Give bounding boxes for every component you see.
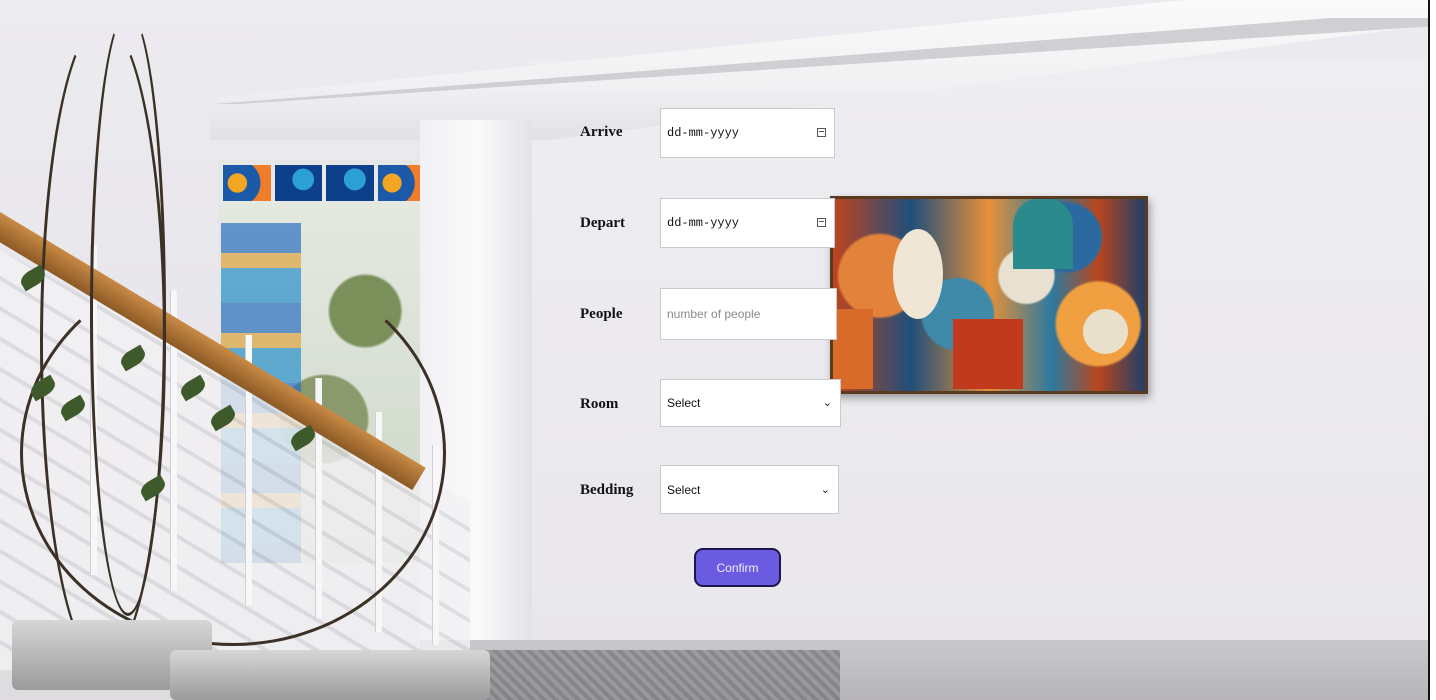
floor-tiles — [440, 650, 840, 700]
depart-label: Depart — [580, 215, 625, 231]
bedding-select[interactable]: Select ⌄ — [660, 465, 839, 514]
calendar-icon[interactable] — [817, 128, 826, 137]
wall-painting — [830, 196, 1148, 394]
planter — [170, 650, 490, 700]
people-placeholder: number of people — [667, 307, 761, 321]
people-label: People — [580, 306, 623, 322]
depart-date-value: dd-mm-yyyy — [667, 216, 740, 230]
bedding-selected-value: Select — [667, 482, 701, 497]
page-border — [1428, 0, 1430, 700]
calendar-icon[interactable] — [817, 218, 826, 227]
chevron-down-icon[interactable]: ⌄ — [823, 396, 832, 409]
confirm-button[interactable]: Confirm — [694, 548, 781, 587]
plant-vine — [20, 260, 446, 646]
depart-date-input[interactable]: dd-mm-yyyy — [660, 198, 835, 248]
arrive-date-input[interactable]: dd-mm-yyyy — [660, 108, 835, 158]
arrive-label: Arrive — [580, 124, 623, 140]
room-select[interactable]: Select ⌄ — [660, 379, 841, 427]
chevron-down-icon[interactable]: ⌄ — [821, 483, 830, 496]
people-input[interactable]: number of people — [660, 288, 837, 340]
room-selected-value: Select — [667, 396, 701, 410]
room-label: Room — [580, 396, 619, 412]
arrive-date-value: dd-mm-yyyy — [667, 126, 740, 140]
hotel-lobby-background: Arrive dd-mm-yyyy Depart dd-mm-yyyy Peop… — [0, 0, 1428, 700]
bedding-label: Bedding — [580, 482, 634, 498]
